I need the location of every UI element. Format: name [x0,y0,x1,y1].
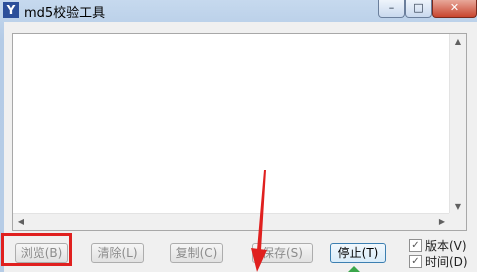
clear-button[interactable]: 清除(L) [91,243,144,263]
time-label: 时间(D) [425,255,468,269]
scroll-up-icon[interactable]: ▲ [450,34,466,50]
output-textarea[interactable]: ▲ ▼ ◀ ▶ [12,33,467,231]
stop-button[interactable]: 停止(T) [330,243,386,263]
time-checkbox[interactable]: ✓ [409,255,422,268]
version-option[interactable]: ✓ 版本(V) [409,238,467,253]
version-checkbox[interactable]: ✓ [409,239,422,252]
maximize-button[interactable]: □ [405,0,432,18]
close-button[interactable]: ✕ [432,0,477,18]
title-bar[interactable]: Y md5校验工具 – □ ✕ [0,0,477,22]
copy-button[interactable]: 复制(C) [170,243,223,263]
minimize-button[interactable]: – [378,0,405,18]
time-option[interactable]: ✓ 时间(D) [409,254,468,269]
scroll-left-icon[interactable]: ◀ [13,214,29,230]
horizontal-scrollbar[interactable]: ◀ ▶ [13,213,450,230]
app-icon: Y [3,2,19,18]
save-button[interactable]: 保存(S) [252,243,313,263]
scroll-right-icon[interactable]: ▶ [434,214,450,230]
app-window: Y md5校验工具 – □ ✕ ▲ ▼ ◀ ▶ 浏览(B) 清除(L) 复制(C… [0,0,477,272]
vertical-scrollbar[interactable]: ▲ ▼ [449,34,466,215]
window-title: md5校验工具 [24,6,106,21]
version-label: 版本(V) [425,239,467,253]
scrollbar-corner [449,213,466,230]
green-triangle-icon [348,266,360,272]
browse-button[interactable]: 浏览(B) [15,243,68,263]
